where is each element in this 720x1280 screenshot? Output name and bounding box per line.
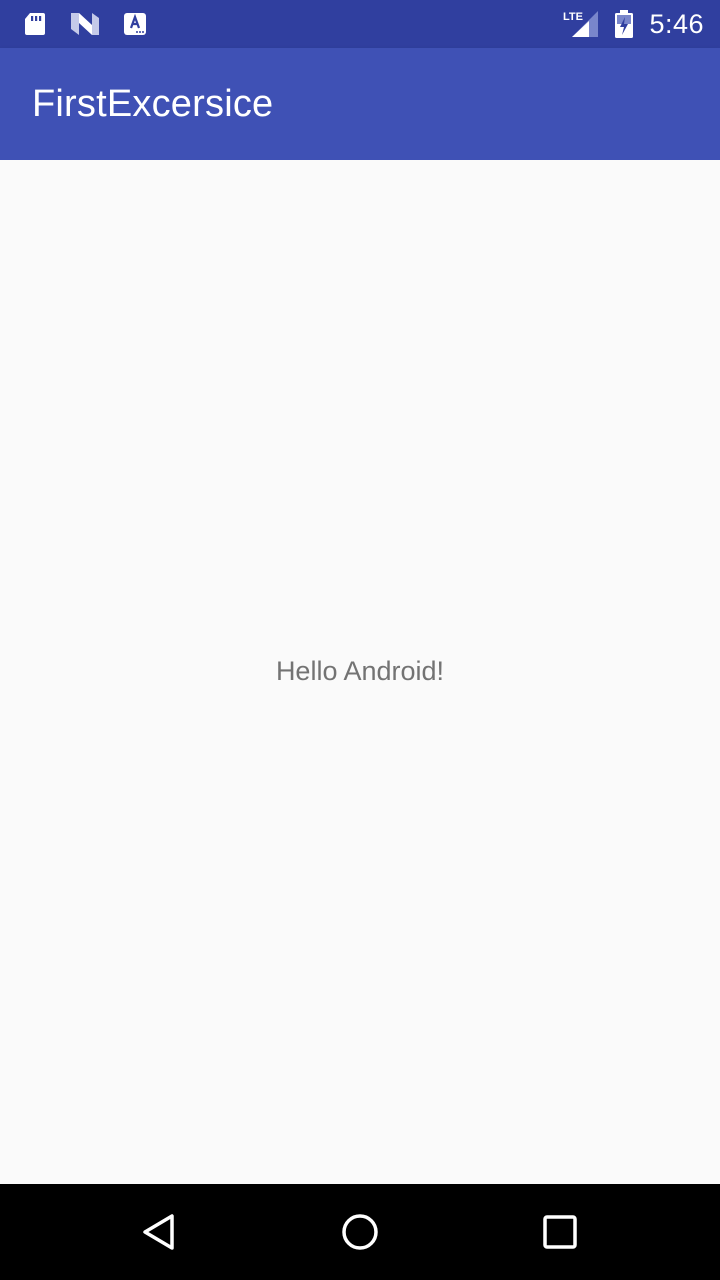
back-icon: [143, 1214, 174, 1250]
n-notification-icon: [71, 13, 99, 35]
recents-button[interactable]: [512, 1184, 608, 1280]
network-label: LTE: [563, 11, 583, 23]
app-bar: FirstExcersice: [0, 48, 720, 160]
app-title: FirstExcersice: [32, 83, 274, 125]
lte-signal-icon: LTE: [563, 11, 599, 37]
navigation-bar: [0, 1184, 720, 1280]
a-notification-icon: [124, 13, 146, 35]
system-status-icons: LTE 5:46: [563, 0, 704, 48]
phone-screen: LTE 5:46 FirstExcersice Hello Android!: [0, 0, 720, 1280]
sd-card-icon: [25, 13, 45, 35]
battery-icon: [615, 10, 634, 38]
notification-icons: [22, 0, 148, 48]
clock: 5:46: [649, 8, 704, 39]
recents-icon: [543, 1215, 577, 1249]
hello-text: Hello Android!: [275, 656, 445, 686]
home-button[interactable]: [312, 1184, 408, 1280]
main-content: Hello Android!: [0, 160, 720, 1184]
home-icon: [342, 1214, 378, 1250]
status-bar: LTE 5:46: [0, 0, 720, 48]
back-button[interactable]: [112, 1184, 208, 1280]
